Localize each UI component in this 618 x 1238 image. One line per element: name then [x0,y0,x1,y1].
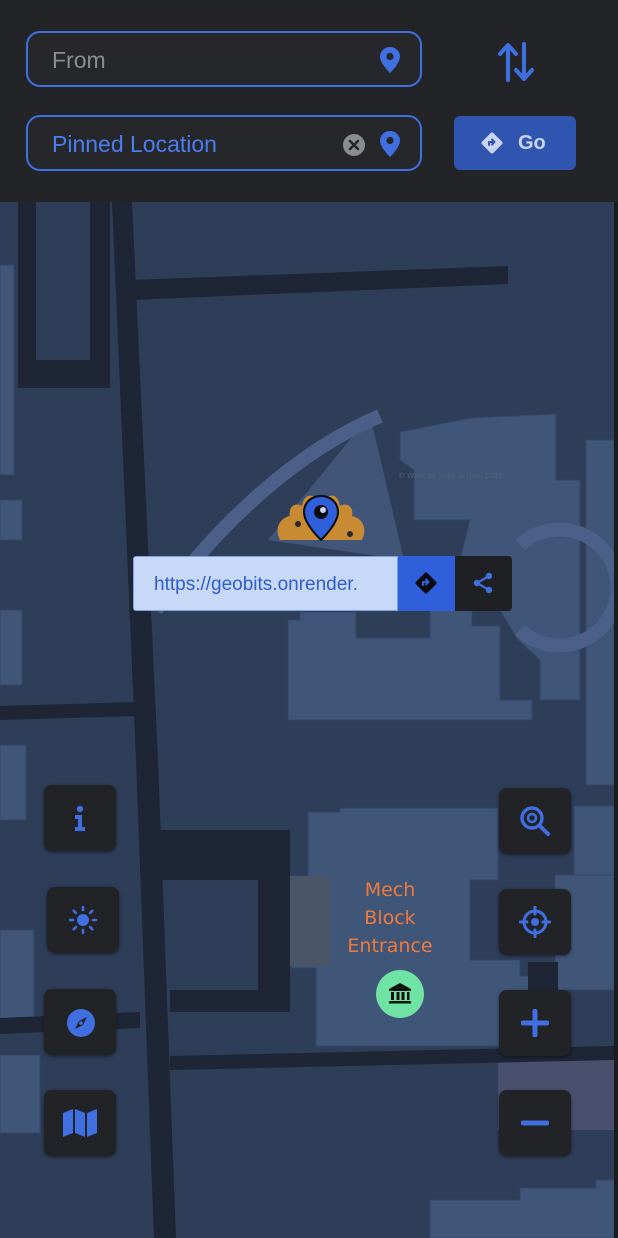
map-view[interactable]: © Work by Sritik & Linki 2022 [0,202,614,1238]
directions-button[interactable] [398,556,455,611]
map-edge [614,202,618,1238]
share-button[interactable] [455,556,512,611]
go-button[interactable]: Go [454,116,576,170]
plus-icon [521,1009,549,1037]
zoom-out-button[interactable] [499,1090,571,1156]
map-pin-icon[interactable] [380,47,400,73]
poi-label-line: Entrance [347,935,433,957]
swap-vertical-arrows-icon [498,42,534,82]
minus-icon [521,1120,549,1126]
sun-icon [69,906,97,934]
theme-toggle-button[interactable] [47,887,119,953]
map-attribution: © Work by Sritik & Linki 2022 [398,472,503,480]
share-url-text: https://geobits.onrender. [154,574,358,595]
crosshair-icon [519,906,551,938]
destination-value: Pinned Location [52,131,217,157]
institution-building-icon [389,983,411,1004]
compass-button[interactable] [44,989,116,1055]
map-pin-icon[interactable] [380,131,400,157]
destination-input[interactable]: Pinned Location [26,115,422,171]
from-input[interactable]: From [26,31,422,87]
share-icon [473,572,493,594]
locate-me-button[interactable] [499,889,571,955]
poi-label[interactable]: Mech Block Entrance [330,876,450,960]
zoom-search-button[interactable] [499,788,571,854]
zoom-in-button[interactable] [499,990,571,1056]
from-placeholder: From [52,47,106,73]
poi-marker[interactable] [376,970,424,1018]
poi-label-line: Block [364,907,416,929]
route-panel: From Pinned Location Go [0,0,618,202]
info-icon [75,805,85,831]
directions-diamond-icon [481,132,503,154]
share-url-field[interactable]: https://geobits.onrender. [133,556,398,611]
map-tiles [0,202,614,1238]
compass-icon [67,1009,95,1037]
swap-route-button[interactable] [496,40,536,84]
map-layers-button[interactable] [44,1090,116,1156]
pinned-location-marker[interactable] [266,488,376,560]
directions-diamond-icon [415,572,437,594]
go-label: Go [518,132,546,154]
zoom-search-icon [520,806,550,836]
info-button[interactable] [44,785,116,851]
map-icon [63,1109,97,1137]
circle-x-icon[interactable] [342,133,366,157]
poi-label-line: Mech [364,879,416,901]
